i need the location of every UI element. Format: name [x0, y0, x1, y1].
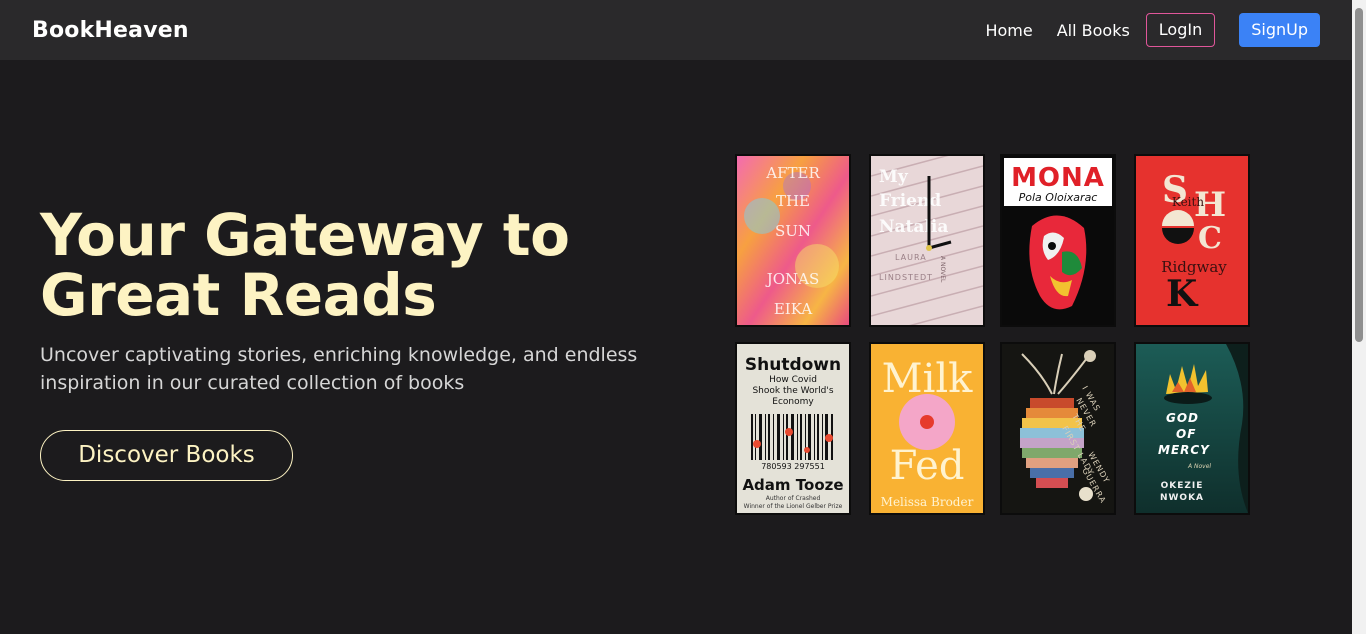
- book-author-line1: OKEZIE: [1161, 481, 1204, 491]
- book-footnote1: Author of Crashed: [766, 495, 821, 502]
- book-title-line2: Fed: [890, 443, 965, 489]
- book-author-line2: Ridgway: [1161, 258, 1227, 276]
- book-cover-my-friend-natalia[interactable]: My Friend Natalia LAURA LINDSTEDT A NOVE…: [869, 154, 985, 327]
- hero-subtitle-line1: Uncover captivating stories, enriching k…: [40, 344, 638, 366]
- book-subtitle-line1: How Covid: [769, 375, 817, 385]
- login-button[interactable]: LogIn: [1145, 13, 1216, 47]
- hero-title: Your Gateway to Great Reads: [40, 205, 680, 325]
- book-title-line1: AFTER: [765, 164, 820, 182]
- brand-logo[interactable]: BookHeaven: [32, 18, 189, 43]
- hero-subtitle-line2: inspiration in our curated collection of…: [40, 372, 465, 394]
- book-author-line1: JONAS: [765, 270, 820, 288]
- nav-all-books-link[interactable]: All Books: [1057, 21, 1130, 40]
- book-title-line2: THE: [776, 192, 810, 210]
- book-cover-first-lady[interactable]: I WAS NEVER THE FIRST LADY WENDY GUERRA: [1000, 342, 1116, 515]
- book-cover-shock[interactable]: S H C K Keith Ridgway: [1134, 154, 1250, 327]
- book-title-letter-k: K: [1166, 273, 1199, 315]
- signup-button[interactable]: SignUp: [1239, 13, 1320, 47]
- book-title-line1: GOD: [1166, 411, 1199, 425]
- book-cover-shutdown[interactable]: Shutdown How Covid Shook the World's Eco…: [735, 342, 851, 515]
- book-author-line2: NWOKA: [1160, 493, 1204, 503]
- book-subtitle-line3: Economy: [772, 397, 814, 407]
- book-title-line3: SUN: [775, 222, 811, 240]
- book-author: Pola Oloixarac: [1019, 191, 1098, 204]
- hero-section: Your Gateway to Great Reads Uncover capt…: [40, 205, 680, 481]
- book-cover-milk-fed[interactable]: Milk Fed Melissa Broder: [869, 342, 985, 515]
- book-title-line1: My: [879, 167, 909, 187]
- hero-title-line1: Your Gateway to: [40, 201, 570, 269]
- page-scrollbar[interactable]: [1352, 0, 1366, 634]
- scrollbar-thumb[interactable]: [1355, 8, 1363, 342]
- hero-title-line2: Great Reads: [40, 261, 437, 329]
- book-cover-after-the-sun[interactable]: AFTER THE SUN JONAS EIKA: [735, 154, 851, 327]
- book-title-line3: MERCY: [1158, 443, 1210, 457]
- discover-books-button[interactable]: Discover Books: [40, 430, 293, 481]
- book-author: Adam Tooze: [742, 476, 843, 494]
- nav-home-link[interactable]: Home: [985, 21, 1032, 40]
- book-author: Melissa Broder: [881, 495, 974, 509]
- book-title: Shutdown: [745, 355, 841, 375]
- book-barcode-number: 780593 297551: [761, 462, 825, 471]
- hero-subtitle: Uncover captivating stories, enriching k…: [40, 341, 680, 397]
- book-title-line2: Friend: [879, 191, 941, 211]
- book-cover-mona[interactable]: MONA Pola Oloixarac: [1000, 154, 1116, 327]
- book-title: MONA: [1011, 163, 1105, 193]
- book-tag: A NOVEL: [939, 256, 946, 283]
- book-title-line3: Natalia: [879, 217, 948, 237]
- book-footnote2: Winner of the Lionel Gelber Prize: [744, 503, 843, 510]
- navbar: BookHeaven Home All Books LogIn SignUp: [0, 0, 1352, 60]
- book-tag: A Novel: [1187, 463, 1211, 470]
- book-cover-god-of-mercy[interactable]: GOD OF MERCY A Novel OKEZIE NWOKA: [1134, 342, 1250, 515]
- book-author-line1: LAURA: [895, 253, 927, 262]
- book-title-letter-c: C: [1198, 221, 1222, 256]
- book-author-line1: Keith: [1172, 195, 1204, 209]
- book-author-line2: LINDSTEDT: [879, 273, 933, 282]
- book-subtitle-line2: Shook the World's: [752, 386, 833, 396]
- book-author-line2: EIKA: [774, 300, 812, 318]
- book-title-line2: OF: [1176, 427, 1196, 441]
- nav-links: Home All Books LogIn SignUp: [985, 13, 1320, 47]
